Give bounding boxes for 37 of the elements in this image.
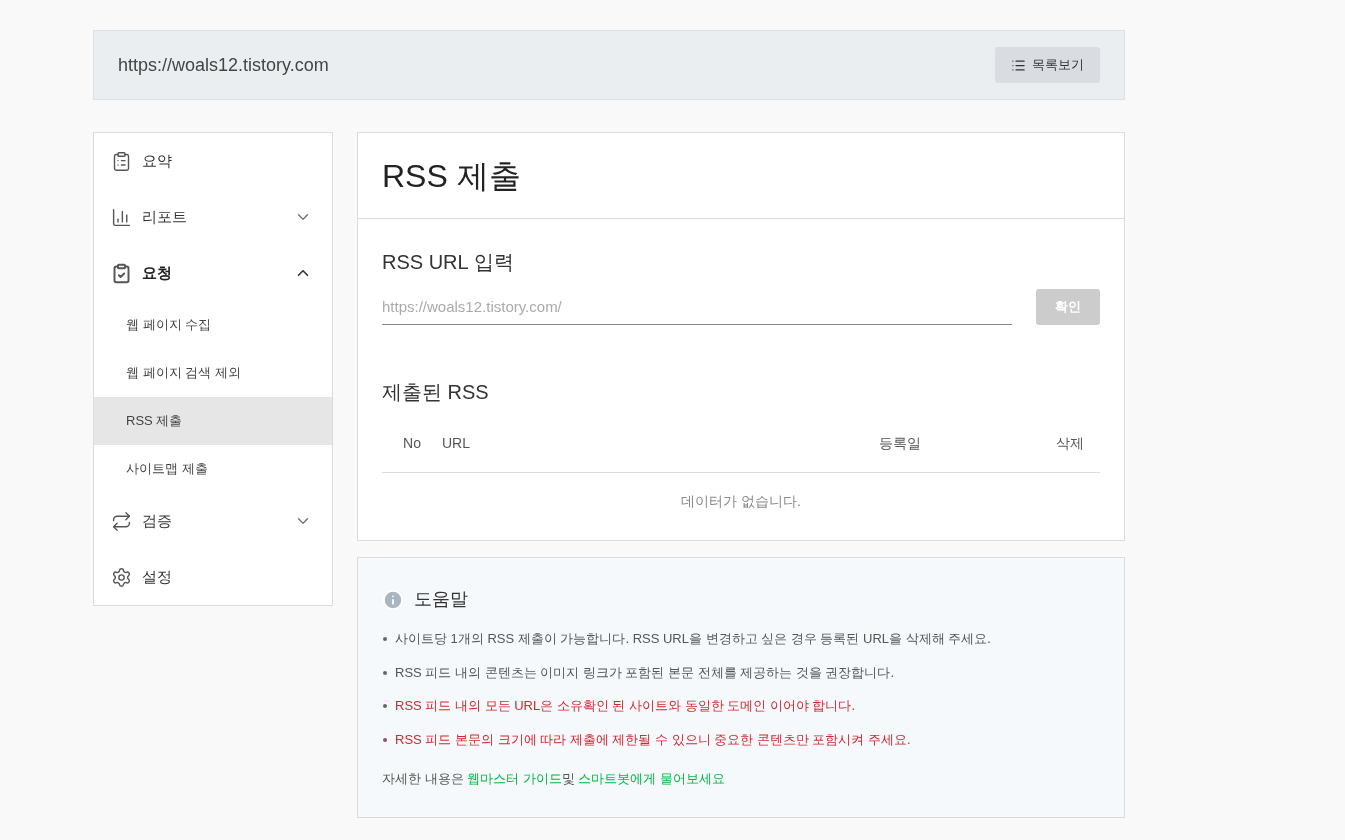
- help-footer: 자세한 내용은 웹마스터 가이드및 스마트봇에게 물어보세요: [382, 769, 1100, 789]
- column-header: URL: [442, 434, 471, 453]
- list-view-button[interactable]: 목록보기: [995, 47, 1100, 83]
- help-title: 도움말: [414, 588, 468, 611]
- help-note: RSS 피드 내의 콘텐츠는 이미지 링크가 포함된 본문 전체를 제공하는 것을 권장합니다.: [395, 663, 895, 682]
- sidebar-item[interactable]: 리포트: [94, 189, 332, 245]
- sidebar-subitem[interactable]: 사이트맵 제출: [94, 445, 332, 493]
- sidebar-subitem[interactable]: 웹 페이지 수집: [94, 301, 332, 349]
- info-icon: [382, 588, 404, 611]
- rss-url-field[interactable]: https://woals12.tistory.com/: [382, 289, 1012, 325]
- repeat-arrows-icon: [111, 510, 132, 532]
- sidebar-item[interactable]: 검증: [94, 493, 332, 549]
- empty-message: 데이터가 없습니다.: [680, 492, 802, 511]
- help-note: RSS 피드 본문의 크기에 따라 제출에 제한될 수 있으니 중요한 콘텐츠만 포함시켜 주세요.: [395, 730, 911, 749]
- column-header: 등록일: [878, 434, 922, 453]
- bullet-icon: [383, 670, 387, 675]
- clipboard-icon: [111, 150, 132, 172]
- bar-chart-icon: [111, 206, 132, 228]
- settings-icon: [111, 566, 132, 588]
- bullet-icon: [383, 637, 387, 641]
- site-url: https://woals12.tistory.com: [118, 53, 329, 77]
- list-icon: [1011, 57, 1026, 73]
- help-note: 사이트당 1개의 RSS 제출이 가능합니다. RSS URL을 변경하고 싶은 경우 등록된 URL을 삭제해 주세요.: [395, 630, 991, 648]
- column-header: 삭제: [1055, 434, 1085, 453]
- bullet-icon: [383, 737, 387, 742]
- sidebar-subitem[interactable]: RSS 제출: [94, 397, 332, 445]
- sidebar-item[interactable]: 요약: [94, 133, 332, 189]
- page-title: RSS 제출: [382, 156, 521, 196]
- clipboard-check-icon: [111, 262, 132, 284]
- bullet-icon: [383, 704, 387, 708]
- sidebar-item[interactable]: 요청: [94, 245, 332, 301]
- section-heading: 제출된 RSS: [382, 380, 490, 405]
- help-note: RSS 피드 내의 모든 URL은 소유확인 된 사이트와 동일한 도메인 이어야 합니다.: [395, 697, 856, 715]
- sidebar-subitem[interactable]: 웹 페이지 검색 제외: [94, 349, 332, 397]
- section-heading: RSS URL 입력: [382, 250, 515, 275]
- column-header: No: [402, 434, 422, 453]
- sidebar-item[interactable]: 설정: [94, 549, 332, 605]
